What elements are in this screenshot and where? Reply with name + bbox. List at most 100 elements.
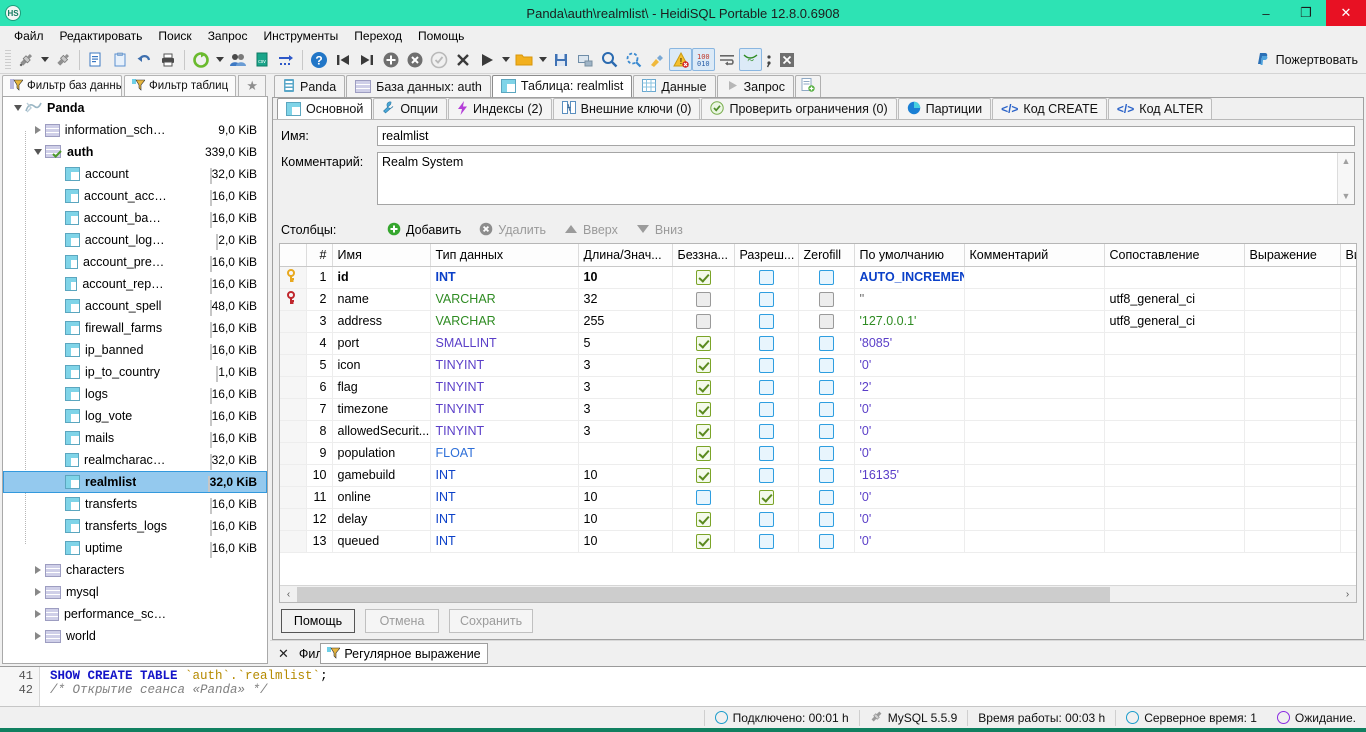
checkbox[interactable] [758,379,774,395]
table-row[interactable]: 8 allowedSecurit... TINYINT 3 '0' [280,420,1356,443]
cell-comment[interactable] [964,420,1105,443]
cell-unsigned[interactable] [672,310,735,333]
cell-zerofill[interactable] [798,376,855,399]
columns-grid[interactable]: # Имя Тип данных Длина/Знач... Беззна... Разр… [279,243,1357,603]
import-icon[interactable] [274,48,298,72]
cell-unsigned[interactable] [672,398,735,421]
checkbox[interactable] [695,511,711,527]
tab-filter-tables[interactable]: Фильтр таблиц [124,75,237,96]
cell-zerofill[interactable] [798,288,855,311]
column-header-комментарий[interactable]: Комментарий [964,244,1105,267]
help-button[interactable]: Помощь [281,609,355,633]
table-row[interactable]: 4 port SMALLINT 5 '8085' [280,332,1356,355]
table-row[interactable]: 6 flag TINYINT 3 '2' [280,376,1356,399]
cell-virtuality[interactable] [1340,398,1356,421]
cell-zerofill[interactable] [798,530,855,553]
checkbox[interactable] [695,445,711,461]
cell-column-name[interactable]: id [332,266,431,289]
semicolon-icon[interactable] [762,48,775,72]
cell-expression[interactable] [1244,288,1341,311]
menu-query[interactable]: Запрос [200,27,256,45]
tree-item-auth[interactable]: auth 339,0 KiB [3,141,267,163]
cell-default[interactable]: '0' [854,530,965,553]
refresh-dropdown-caret-icon[interactable] [213,48,226,72]
checkbox[interactable] [818,313,834,329]
refresh-icon[interactable] [189,48,213,72]
cell-default[interactable]: '' [854,288,965,311]
checkbox[interactable] [758,467,774,483]
database-tree[interactable]: Panda information_schema 9,0 KiB auth 339,0 … [2,96,268,664]
menu-goto[interactable]: Переход [346,27,410,45]
checkbox[interactable] [758,423,774,439]
cell-collation[interactable] [1104,266,1245,289]
format-icon[interactable] [645,48,669,72]
cell-default[interactable]: '0' [854,354,965,377]
cell-column-name[interactable]: allowedSecurit... [332,420,431,443]
checkbox[interactable] [818,423,834,439]
cell-default[interactable]: '0' [854,486,965,509]
cell-unsigned[interactable] [672,530,735,553]
word-wrap-icon[interactable] [715,48,739,72]
tree-item-characters[interactable]: characters [3,559,267,581]
menu-edit[interactable]: Редактировать [52,27,151,45]
cell-expression[interactable] [1244,464,1341,487]
cell-default[interactable]: '0' [854,420,965,443]
cell-allow-null[interactable] [734,420,799,443]
cell-length[interactable]: 10 [578,530,673,553]
tree-item-ip_banned[interactable]: ip_banned 16,0 KiB [3,339,267,361]
column-header-типданных[interactable]: Тип данных [430,244,579,267]
cell-column-name[interactable]: delay [332,508,431,531]
menu-search[interactable]: Поиск [150,27,199,45]
open-dropdown-caret-icon[interactable] [536,48,549,72]
cell-expression[interactable] [1244,376,1341,399]
paste-query-icon[interactable] [108,48,132,72]
checkbox[interactable] [695,467,711,483]
cell-default[interactable]: '127.0.0.1' [854,310,965,333]
cancel-button[interactable]: Отмена [365,609,439,633]
new-query-icon[interactable] [84,48,108,72]
cell-virtuality[interactable] [1340,420,1356,443]
tree-expander[interactable] [31,632,45,640]
comment-scrollbar[interactable]: ▲ ▼ [1337,153,1354,204]
connect-dropdown-caret-icon[interactable] [38,48,51,72]
cell-unsigned[interactable] [672,486,735,509]
cell-allow-null[interactable] [734,266,799,289]
cell-expression[interactable] [1244,266,1341,289]
checkbox[interactable] [818,291,834,307]
cell-data-type[interactable]: INT [430,464,579,487]
cell-allow-null[interactable] [734,398,799,421]
cell-data-type[interactable]: TINYINT [430,376,579,399]
scroll-track[interactable] [297,585,1339,602]
table-row[interactable]: 5 icon TINYINT 3 '0' [280,354,1356,377]
undo-icon[interactable] [132,48,156,72]
cell-column-name[interactable]: flag [332,376,431,399]
tree-item-performance_schema[interactable]: performance_schema [3,603,267,625]
move-up-button[interactable]: Вверх [556,221,626,240]
cell-unsigned[interactable] [672,376,735,399]
column-header-разреш[interactable]: Разреш... [734,244,799,267]
tab-new-query[interactable] [795,75,821,97]
cell-comment[interactable] [964,398,1105,421]
add-column-button[interactable]: Добавить [379,220,469,241]
cell-expression[interactable] [1244,530,1341,553]
cell-zerofill[interactable] [798,420,855,443]
checkbox[interactable] [695,533,711,549]
checkbox[interactable] [695,423,711,439]
cell-expression[interactable] [1244,442,1341,465]
tab-database-auth[interactable]: База данных: auth [346,75,491,97]
last-icon[interactable] [355,48,379,72]
cell-comment[interactable] [964,332,1105,355]
cell-length[interactable] [578,442,673,465]
tree-item-log_vote[interactable]: log_vote 16,0 KiB [3,405,267,427]
cell-data-type[interactable]: TINYINT [430,420,579,443]
table-row[interactable]: 12 delay INT 10 '0' [280,508,1356,531]
checkbox[interactable] [758,533,774,549]
tree-item-account_banned[interactable]: account_banned 16,0 KiB [3,207,267,229]
syntax-highlight-icon[interactable]: ~ [739,48,762,71]
tree-item-account_access[interactable]: account_access 16,0 KiB [3,185,267,207]
column-header-поумолчанию[interactable]: По умолчанию [854,244,965,267]
cell-unsigned[interactable] [672,354,735,377]
cell-length[interactable]: 10 [578,486,673,509]
cell-collation[interactable] [1104,486,1245,509]
cell-comment[interactable] [964,508,1105,531]
